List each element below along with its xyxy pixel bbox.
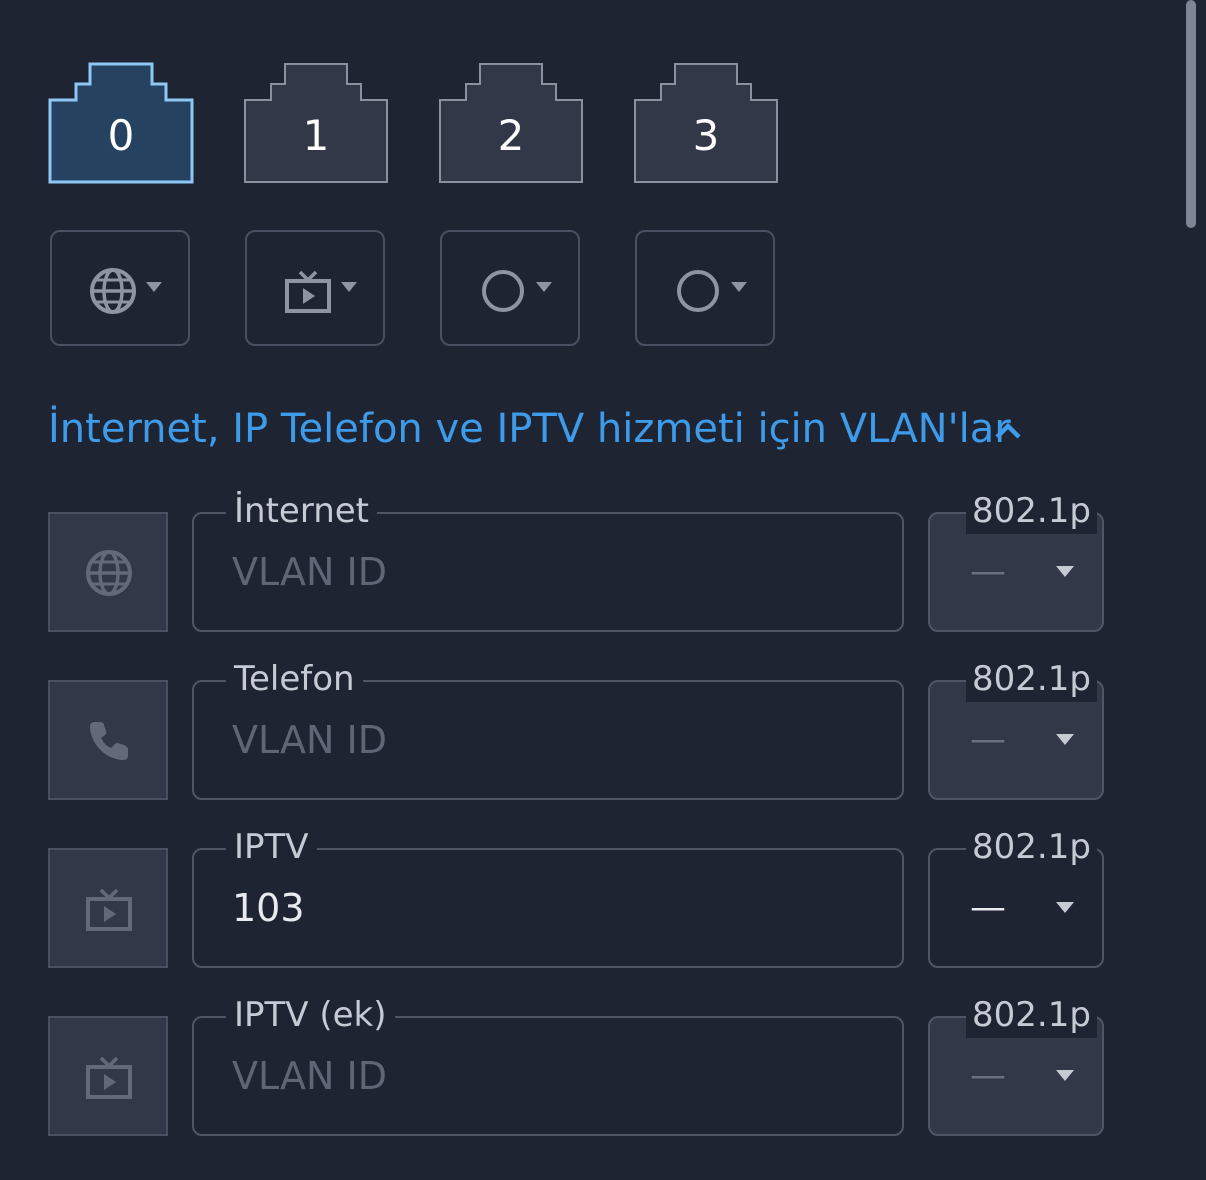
vlan-section-title[interactable]: İnternet, IP Telefon ve IPTV hizmeti içi… bbox=[48, 400, 1011, 458]
field-label: Telefon bbox=[226, 656, 363, 702]
telefon-vlan-id-field[interactable]: Telefon VLAN ID bbox=[192, 656, 904, 800]
priority-label: 802.1p bbox=[966, 488, 1097, 534]
tv-icon bbox=[285, 270, 331, 313]
chevron-down-icon bbox=[1056, 1070, 1074, 1081]
field-label: İnternet bbox=[226, 488, 378, 534]
chevron-down-icon bbox=[146, 282, 162, 292]
chevron-down-icon bbox=[341, 282, 357, 292]
vlan-id-placeholder: VLAN ID bbox=[232, 718, 388, 762]
internet-priority-select[interactable]: 802.1p — bbox=[928, 488, 1104, 632]
circle-icon bbox=[677, 270, 719, 312]
chevron-down-icon bbox=[731, 282, 747, 292]
port-2-mode-dropdown[interactable] bbox=[440, 230, 580, 346]
priority-value: — bbox=[970, 719, 1006, 760]
internet-service-toggle[interactable] bbox=[48, 512, 168, 632]
iptv-priority-select[interactable]: 802.1p — bbox=[928, 824, 1104, 968]
port-label: 2 bbox=[497, 111, 525, 160]
port-1-button[interactable]: 1 bbox=[243, 62, 389, 184]
chevron-down-icon bbox=[1056, 566, 1074, 577]
port-0-button[interactable]: 0 bbox=[48, 62, 194, 184]
vlan-id-placeholder: VLAN ID bbox=[232, 1054, 388, 1098]
chevron-down-icon bbox=[1056, 734, 1074, 745]
port-3-mode-dropdown[interactable] bbox=[635, 230, 775, 346]
port-label: 0 bbox=[107, 111, 135, 160]
tv-icon bbox=[86, 1056, 132, 1099]
vlan-id-value: 103 bbox=[232, 886, 305, 930]
iptv-ek-priority-select[interactable]: 802.1p — bbox=[928, 992, 1104, 1136]
field-label: IPTV bbox=[226, 824, 317, 870]
circle-icon bbox=[482, 270, 524, 312]
priority-label: 802.1p bbox=[966, 992, 1097, 1038]
port-0-mode-dropdown[interactable] bbox=[50, 230, 190, 346]
priority-label: 802.1p bbox=[966, 824, 1097, 870]
phone-icon bbox=[90, 722, 128, 760]
internet-vlan-id-field[interactable]: İnternet VLAN ID bbox=[192, 488, 904, 632]
chevron-down-icon bbox=[1056, 902, 1074, 913]
iptv-service-toggle[interactable] bbox=[48, 848, 168, 968]
port-label: 1 bbox=[302, 111, 330, 160]
globe-icon bbox=[90, 268, 136, 314]
globe-icon bbox=[86, 550, 132, 596]
port-label: 3 bbox=[692, 111, 720, 160]
vlan-id-placeholder: VLAN ID bbox=[232, 550, 388, 594]
scrollbar[interactable] bbox=[1186, 0, 1196, 228]
priority-value: — bbox=[970, 1055, 1006, 1096]
tv-icon bbox=[86, 888, 132, 931]
iptv-ek-vlan-id-field[interactable]: IPTV (ek) VLAN ID bbox=[192, 992, 904, 1136]
iptv-vlan-id-field[interactable]: IPTV 103 bbox=[192, 824, 904, 968]
port-2-button[interactable]: 2 bbox=[438, 62, 584, 184]
priority-value: — bbox=[970, 551, 1006, 592]
field-label: IPTV (ek) bbox=[226, 992, 395, 1038]
chevron-down-icon bbox=[536, 282, 552, 292]
telefon-priority-select[interactable]: 802.1p — bbox=[928, 656, 1104, 800]
chevron-up-icon[interactable] bbox=[992, 418, 1024, 444]
port-3-button[interactable]: 3 bbox=[633, 62, 779, 184]
iptv-ek-service-toggle[interactable] bbox=[48, 1016, 168, 1136]
port-1-mode-dropdown[interactable] bbox=[245, 230, 385, 346]
telefon-service-toggle[interactable] bbox=[48, 680, 168, 800]
priority-value: — bbox=[970, 887, 1006, 928]
priority-label: 802.1p bbox=[966, 656, 1097, 702]
